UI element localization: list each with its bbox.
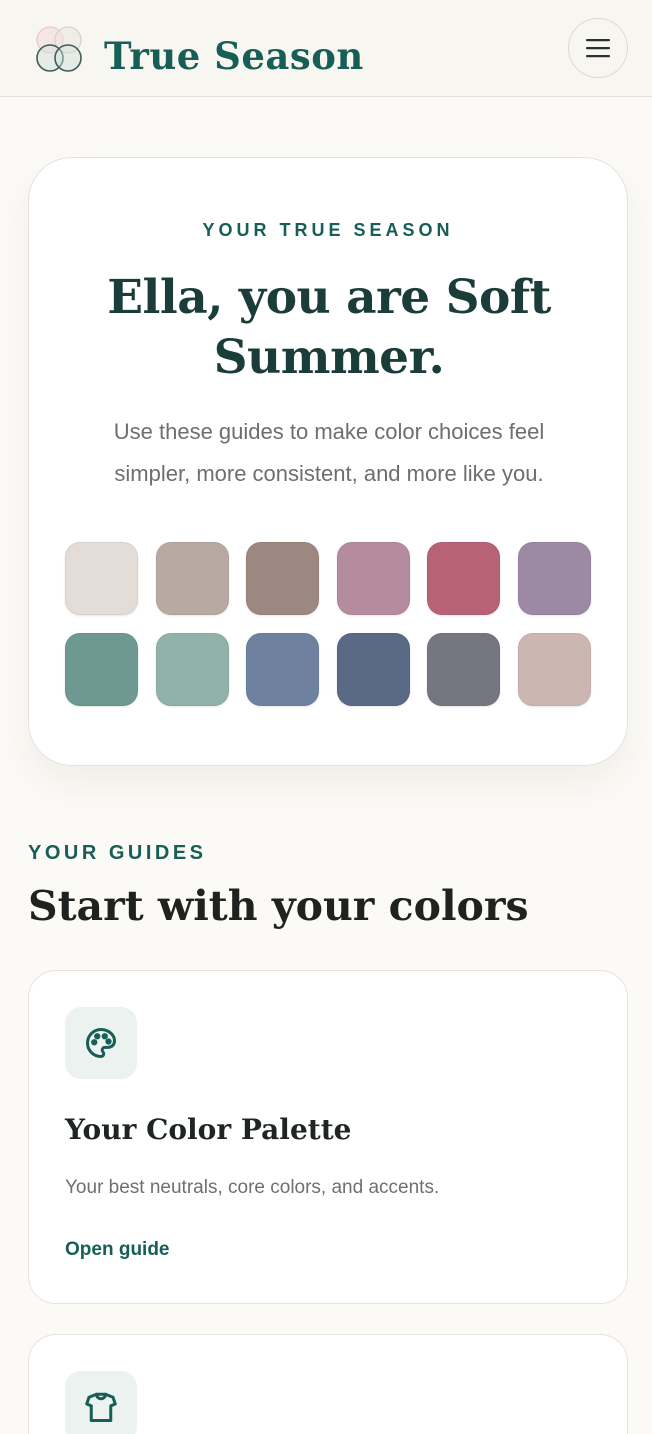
color-swatch[interactable]	[65, 542, 138, 615]
color-swatch[interactable]	[155, 633, 229, 706]
hero-title: Ella, you are Soft Summer.	[107, 270, 551, 385]
color-swatch[interactable]	[427, 542, 501, 615]
color-swatch[interactable]	[517, 633, 591, 706]
open-guide-link[interactable]: Open guide	[65, 1237, 170, 1263]
app-header: True Season	[0, 0, 652, 97]
color-swatch[interactable]	[246, 633, 320, 706]
color-swatch[interactable]	[517, 542, 591, 615]
palette-icon	[86, 1028, 116, 1058]
color-swatch[interactable]	[336, 633, 410, 706]
hamburger-menu-icon	[586, 39, 610, 58]
overlapping-circles-logo[interactable]	[33, 24, 85, 76]
card-icon-tile	[65, 1371, 137, 1434]
color-swatch[interactable]	[246, 542, 320, 615]
guide-card-clothing[interactable]	[28, 1334, 628, 1434]
color-swatch[interactable]	[155, 542, 229, 615]
card-title: Your Color Palette	[65, 1113, 352, 1146]
card-icon-tile	[65, 1007, 137, 1079]
menu-button[interactable]	[568, 18, 628, 78]
hero-subtitle: Use these guides to make color choices f…	[113, 419, 545, 486]
season-result-card: YOUR TRUE SEASON Ella, you are Soft Summ…	[28, 157, 628, 766]
guides-title: Start with your colors	[28, 882, 529, 930]
card-description: Your best neutrals, core colors, and acc…	[65, 1177, 440, 1198]
tshirt-icon	[85, 1392, 117, 1422]
color-swatch[interactable]	[427, 633, 501, 706]
hero-eyebrow: YOUR TRUE SEASON	[202, 220, 454, 240]
color-swatch[interactable]	[65, 633, 138, 706]
palette-swatches	[65, 542, 593, 706]
guide-card-color-palette[interactable]: Your Color Palette Your best neutrals, c…	[28, 970, 628, 1304]
brand-name[interactable]: True Season	[104, 31, 364, 81]
color-swatch[interactable]	[336, 542, 410, 615]
guides-eyebrow: YOUR GUIDES	[28, 842, 207, 864]
